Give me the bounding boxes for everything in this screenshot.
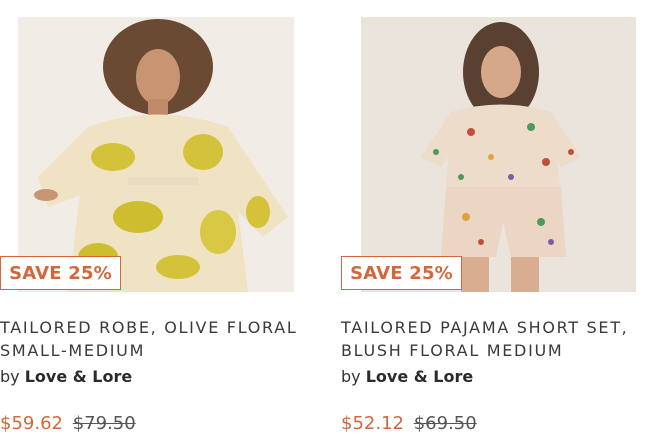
product-title-line[interactable]: TAILORED ROBE, OLIVE FLORAL [0, 316, 300, 339]
brand-prefix: by [0, 367, 20, 386]
product-title-line[interactable]: TAILORED PAJAMA SHORT SET, [341, 316, 641, 339]
product-price: $59.62 $79.50 [0, 413, 136, 434]
product-image[interactable] [361, 17, 636, 292]
save-badge: SAVE 25% [0, 256, 121, 290]
product-brand: by Love & Lore [0, 367, 132, 386]
product-title[interactable]: TAILORED PAJAMA SHORT SET, BLUSH FLORAL … [341, 316, 641, 362]
brand-name: Love & Lore [365, 367, 474, 386]
product-brand: by Love & Lore [341, 367, 473, 386]
product-price: $52.12 $69.50 [341, 413, 477, 434]
product-image[interactable] [18, 17, 294, 292]
compare-price: $69.50 [413, 413, 477, 434]
product-title-line[interactable]: SMALL-MEDIUM [0, 339, 300, 362]
product-title-line[interactable]: BLUSH FLORAL MEDIUM [341, 339, 641, 362]
sale-price: $59.62 [0, 413, 63, 434]
sale-price: $52.12 [341, 413, 404, 434]
product-title[interactable]: TAILORED ROBE, OLIVE FLORAL SMALL-MEDIUM [0, 316, 300, 362]
brand-name: Love & Lore [24, 367, 133, 386]
brand-prefix: by [341, 367, 361, 386]
compare-price: $79.50 [72, 413, 136, 434]
save-badge: SAVE 25% [341, 256, 462, 290]
